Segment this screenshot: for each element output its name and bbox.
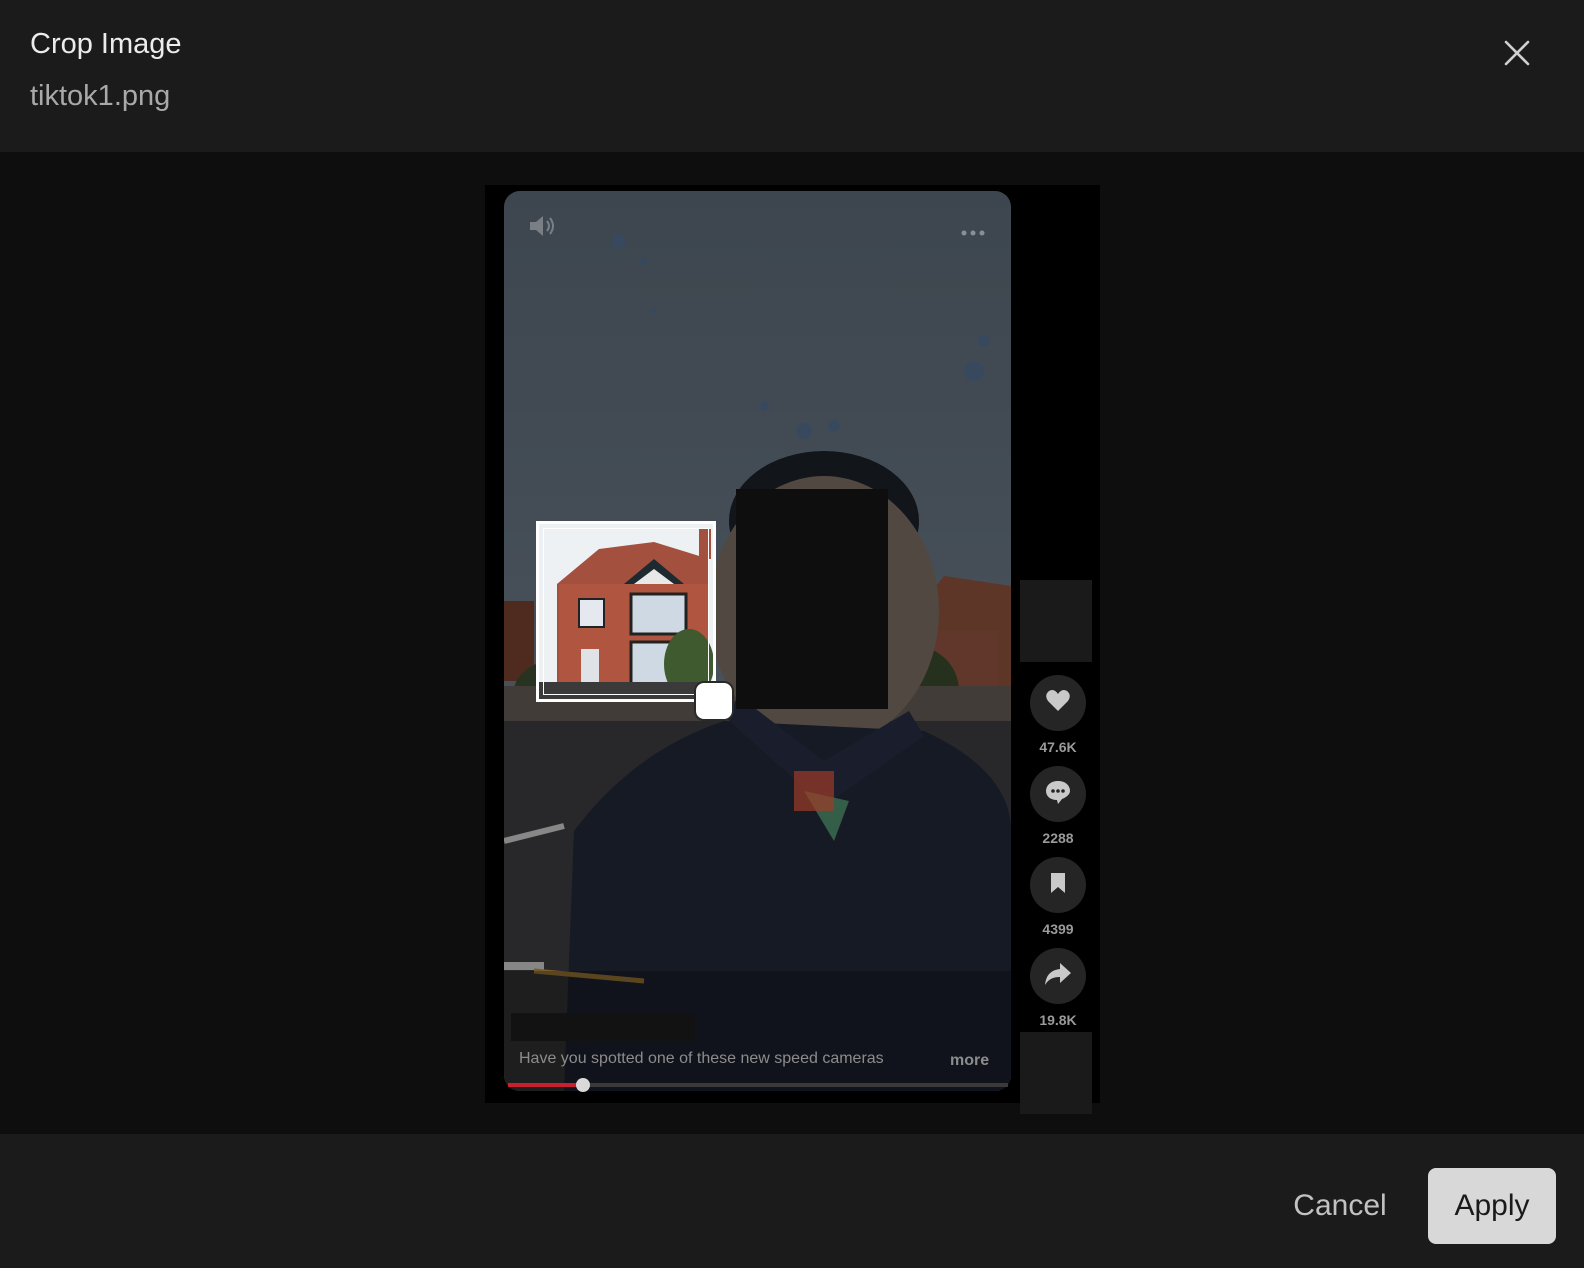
progress-fill <box>508 1083 583 1087</box>
caption-more-link[interactable]: more <box>950 1052 989 1070</box>
comment-icon <box>1044 779 1072 810</box>
more-options-icon[interactable] <box>960 224 986 236</box>
cancel-button[interactable]: Cancel <box>1274 1168 1406 1244</box>
bookmark-count: 4399 <box>1042 921 1074 937</box>
like-button[interactable] <box>1030 675 1086 731</box>
share-count: 19.8K <box>1039 1012 1077 1028</box>
dialog-title: Crop Image <box>30 28 182 60</box>
bookmark-icon <box>1048 871 1068 900</box>
crop-selection[interactable] <box>536 521 716 702</box>
progress-knob[interactable] <box>576 1078 590 1092</box>
share-button[interactable] <box>1030 948 1086 1004</box>
avatar-placeholder[interactable] <box>1020 580 1092 662</box>
bookmark-button[interactable] <box>1030 857 1086 913</box>
close-icon[interactable] <box>1500 36 1534 70</box>
volume-icon[interactable] <box>527 214 557 238</box>
comment-count: 2288 <box>1042 830 1074 846</box>
music-disc-placeholder <box>1020 1032 1092 1114</box>
video-caption: Have you spotted one of these new speed … <box>519 1050 884 1067</box>
file-name: tiktok1.png <box>30 80 171 112</box>
heart-icon <box>1045 689 1071 718</box>
like-count: 47.6K <box>1039 739 1077 755</box>
apply-button[interactable]: Apply <box>1428 1168 1556 1244</box>
video-progress-bar[interactable] <box>508 1078 1008 1092</box>
dialog-header: Crop Image tiktok1.png <box>0 0 1584 152</box>
redacted-username <box>511 1013 695 1041</box>
comment-button[interactable] <box>1030 766 1086 822</box>
crop-inner-border <box>543 528 709 695</box>
share-icon <box>1044 961 1072 992</box>
crop-resize-handle[interactable] <box>694 681 734 721</box>
